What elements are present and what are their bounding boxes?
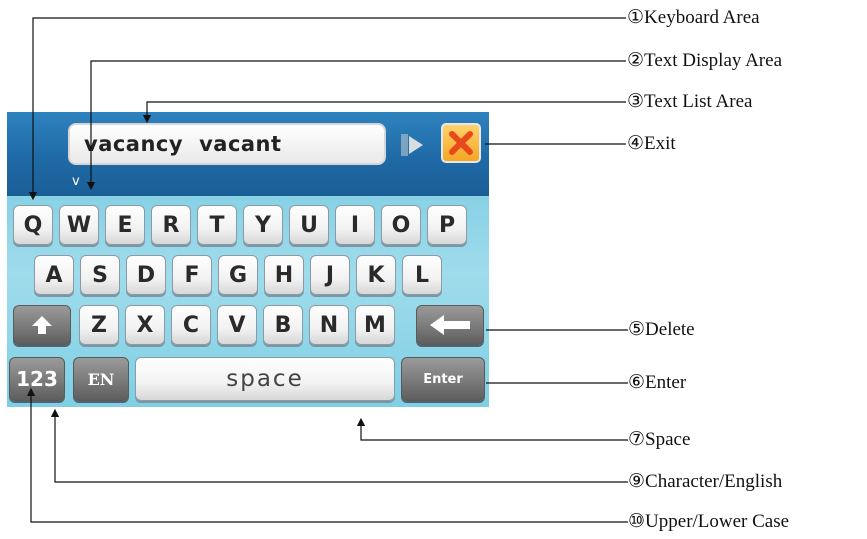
keyboard-diagram: vacancy vacant v QWERTYUIOPASDFGHJKLZXCVB… (0, 0, 867, 539)
callout-line-upper-lower-case (26, 387, 628, 523)
callout-line-text-display-area (86, 60, 626, 191)
callout-label-delete: ⑤Delete (628, 319, 695, 340)
callout-label-keyboard-area: ①Keyboard Area (627, 7, 760, 28)
callout-line-keyboard-area (28, 17, 626, 201)
callout-line-character-english (50, 408, 628, 483)
callout-line-space (356, 417, 628, 441)
callout-line-text-list-area (142, 101, 626, 124)
callout-label-exit: ④Exit (627, 133, 676, 154)
callout-label-text-list-area: ③Text List Area (627, 91, 753, 112)
callout-lines (26, 17, 628, 523)
callout-label-character-english: ⑨Character/English (628, 471, 783, 492)
callout-label-text-display-area: ②Text Display Area (627, 50, 782, 71)
callout-label-upper-lower-case: ⑩Upper/Lower Case (628, 511, 790, 532)
callout-label-space: ⑦Space (628, 429, 691, 450)
callout-label-enter: ⑥Enter (628, 372, 687, 393)
